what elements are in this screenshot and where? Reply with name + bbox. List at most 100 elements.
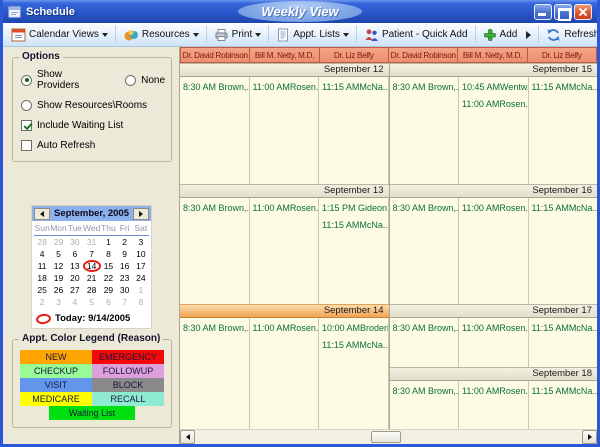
schedule-cell[interactable]: 10:45 AMWentw... 11:00 AMRosen...: [459, 77, 529, 184]
appointment[interactable]: 8:30 AM Brown,...: [390, 322, 459, 335]
calendar-day[interactable]: 8: [133, 296, 149, 308]
calendar-day[interactable]: 28: [34, 236, 50, 248]
appointment[interactable]: 11:15 AMMcNa...: [529, 81, 598, 94]
appointment[interactable]: 8:30 AM Brown,...: [390, 81, 459, 94]
close-button[interactable]: [574, 4, 592, 20]
schedule-cell[interactable]: 11:15 AMMcNa...: [529, 318, 598, 367]
calendar-day[interactable]: 3: [50, 296, 67, 308]
schedule-cell[interactable]: 11:00 AMRosen...: [459, 381, 529, 429]
calendar-day[interactable]: 13: [67, 260, 83, 272]
calendar-next-button[interactable]: [133, 208, 149, 220]
calendar-day[interactable]: 8: [100, 248, 116, 260]
calendar-day[interactable]: 3: [133, 236, 149, 248]
provider-header[interactable]: Dr. Liz Belfy: [320, 47, 389, 63]
calendar-day[interactable]: 21: [83, 272, 100, 284]
calendar-day[interactable]: 6: [67, 248, 83, 260]
include-waiting-list-checkbox[interactable]: [21, 120, 32, 131]
show-resources-radio[interactable]: [21, 100, 32, 111]
provider-header[interactable]: Dr. David Robinson: [180, 47, 250, 63]
show-providers-radio[interactable]: [21, 75, 32, 86]
schedule-cell[interactable]: 10:00 AMBroderi... 11:15 AMMcNa...: [319, 318, 389, 429]
calendar-day[interactable]: 4: [67, 296, 83, 308]
schedule-cell[interactable]: 11:00 AMRosen...: [459, 198, 529, 304]
calendar-day[interactable]: 5: [83, 296, 100, 308]
appointment[interactable]: 11:00 AMRosen...: [459, 98, 528, 111]
schedule-cell[interactable]: 11:15 AMMcNa...: [529, 198, 598, 304]
appointment[interactable]: 8:30 AM Brown,...: [390, 385, 459, 398]
calendar-day[interactable]: 2: [117, 236, 133, 248]
appointment[interactable]: 10:45 AMWentw...: [459, 81, 528, 94]
schedule-cell[interactable]: 8:30 AM Brown,...: [390, 198, 460, 304]
appointment[interactable]: 11:15 AMMcNa...: [319, 339, 388, 352]
calendar-day[interactable]: 26: [50, 284, 67, 296]
calendar-day[interactable]: 19: [50, 272, 67, 284]
schedule-cell[interactable]: 11:00 AMRosen...: [459, 318, 529, 367]
appointment[interactable]: 11:00 AMRosen...: [459, 385, 528, 398]
appointment[interactable]: 11:00 AMRosen...: [459, 322, 528, 335]
calendar-day[interactable]: 7: [117, 296, 133, 308]
calendar-day[interactable]: 25: [34, 284, 50, 296]
appointment[interactable]: 11:15 AMMcNa...: [319, 81, 388, 94]
calendar-prev-button[interactable]: [34, 208, 50, 220]
print-button[interactable]: Print: [210, 26, 266, 44]
calendar-day[interactable]: 29: [50, 236, 67, 248]
schedule-cell[interactable]: 8:30 AM Brown,...: [180, 77, 250, 184]
appointment[interactable]: 8:30 AM Brown,...: [390, 202, 459, 215]
maximize-button[interactable]: [554, 4, 572, 20]
schedule-cell[interactable]: 11:15 AMMcNa...: [529, 381, 598, 429]
appointment[interactable]: 11:00 AMRosen...: [459, 202, 528, 215]
appt-lists-button[interactable]: Appt. Lists: [272, 26, 353, 44]
calendar-day[interactable]: 5: [50, 248, 67, 260]
calendar-day[interactable]: 16: [117, 260, 133, 272]
calendar-day[interactable]: 1: [100, 236, 116, 248]
appointment[interactable]: 11:15 AMMcNa...: [529, 385, 598, 398]
calendar-day[interactable]: 12: [50, 260, 67, 272]
appointment[interactable]: 11:15 AMMcNa...: [319, 219, 388, 232]
schedule-cell[interactable]: 8:30 AM Brown,...: [390, 318, 460, 367]
calendar-day[interactable]: 22: [100, 272, 116, 284]
calendar-day[interactable]: 17: [133, 260, 149, 272]
schedule-cell[interactable]: 11:00 AMRosen...: [250, 318, 320, 429]
provider-header[interactable]: Bill M. Netty, M.D.: [458, 47, 527, 63]
provider-header[interactable]: Dr. Liz Belfy: [528, 47, 597, 63]
appointment[interactable]: 1:15 PM Gideon...: [319, 202, 388, 215]
auto-refresh-checkbox[interactable]: [21, 140, 32, 151]
schedule-cell[interactable]: 11:00 AMRosen...: [250, 77, 320, 184]
schedule-cell[interactable]: 1:15 PM Gideon... 11:15 AMMcNa...: [319, 198, 389, 304]
appointment[interactable]: 11:00 AMRosen...: [250, 81, 319, 94]
appointment[interactable]: 8:30 AM Brown,...: [180, 322, 249, 335]
calendar-day[interactable]: 27: [67, 284, 83, 296]
calendar-day[interactable]: 2: [34, 296, 50, 308]
calendar-day[interactable]: 1: [133, 284, 149, 296]
minimize-button[interactable]: [534, 4, 552, 20]
appointment[interactable]: 11:00 AMRosen...: [250, 202, 319, 215]
calendar-day[interactable]: 24: [133, 272, 149, 284]
calendar-day[interactable]: 7: [83, 248, 100, 260]
appointment[interactable]: 11:00 AMRosen...: [250, 322, 319, 335]
toolbar-overflow-arrow[interactable]: [526, 31, 531, 39]
calendar-day[interactable]: 10: [133, 248, 149, 260]
horizontal-scrollbar[interactable]: [180, 429, 597, 444]
schedule-cell[interactable]: 11:15 AMMcNa...: [319, 77, 389, 184]
schedule-cell[interactable]: 11:15 AMMcNa...: [529, 77, 598, 184]
appointment[interactable]: 8:30 AM Brown,...: [180, 202, 249, 215]
none-radio[interactable]: [125, 75, 136, 86]
calendar-day[interactable]: 11: [34, 260, 50, 272]
resources-button[interactable]: Resources: [119, 26, 203, 44]
schedule-cell[interactable]: 8:30 AM Brown,...: [390, 381, 460, 429]
schedule-cell[interactable]: 8:30 AM Brown,...: [180, 318, 250, 429]
calendar-day[interactable]: 31: [83, 236, 100, 248]
calendar-day-selected[interactable]: 14: [83, 260, 100, 272]
appointment[interactable]: 11:15 AMMcNa...: [529, 202, 598, 215]
schedule-cell[interactable]: 8:30 AM Brown,...: [390, 77, 460, 184]
calendar-day[interactable]: 30: [117, 284, 133, 296]
scroll-left-button[interactable]: [180, 430, 195, 444]
refresh-button[interactable]: Refresh: [542, 26, 600, 44]
calendar-day[interactable]: 30: [67, 236, 83, 248]
calendar-day[interactable]: 23: [117, 272, 133, 284]
calendar-day[interactable]: 9: [117, 248, 133, 260]
calendar-day[interactable]: 6: [100, 296, 116, 308]
calendar-day[interactable]: 28: [83, 284, 100, 296]
appointment[interactable]: 10:00 AMBroderi...: [319, 322, 388, 335]
calendar-views-button[interactable]: Calendar Views: [7, 26, 112, 44]
